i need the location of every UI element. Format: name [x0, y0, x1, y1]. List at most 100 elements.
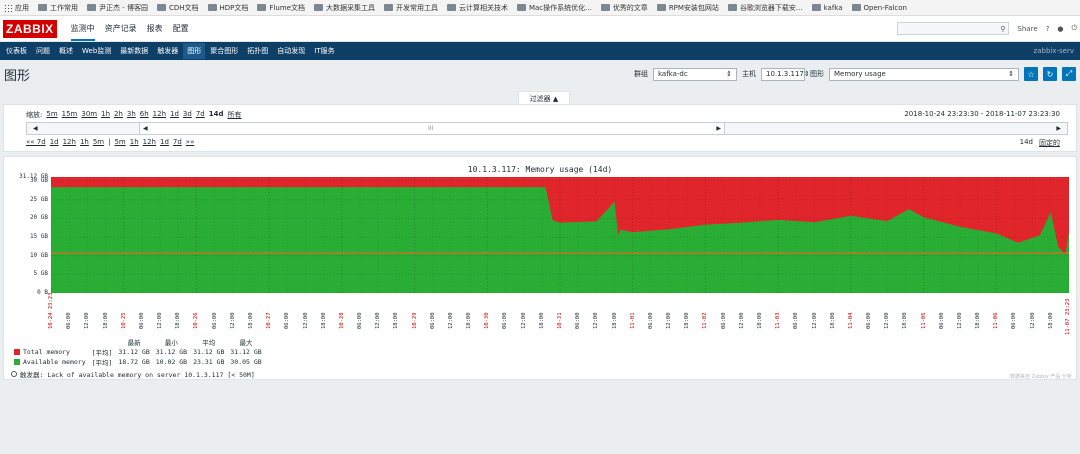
zoom-option[interactable]: 3d: [183, 110, 192, 120]
time-scrollbar-thumb[interactable]: ◀ III ▶: [139, 123, 725, 134]
zoom-option[interactable]: 6h: [140, 110, 149, 120]
server-name: zabbix-serv: [1033, 47, 1074, 55]
nav-forward-option[interactable]: »»: [186, 138, 195, 146]
bookmark-item[interactable]: CDH文档: [156, 3, 199, 13]
zoom-option[interactable]: 1h: [101, 110, 110, 120]
nav-forward-option[interactable]: 5m: [114, 138, 125, 146]
bookmark-item[interactable]: RPM安装包网站: [656, 3, 719, 13]
zoom-option[interactable]: 30m: [81, 110, 97, 120]
bookmark-item[interactable]: 应用: [4, 3, 29, 13]
favorite-button[interactable]: ☆: [1024, 67, 1038, 81]
bookmark-item[interactable]: Open-Falcon: [851, 3, 907, 12]
bookmark-item[interactable]: 尹正杰 - 博客园: [87, 3, 148, 13]
legend-max: 31.12 GB: [230, 348, 262, 356]
bookmark-item[interactable]: Mac操作系统优化...: [516, 3, 592, 13]
zoom-option[interactable]: 15m: [62, 110, 78, 120]
scroll-right-icon[interactable]: ▶: [1056, 125, 1061, 132]
nav-monitoring[interactable]: 监测中: [70, 16, 95, 41]
x-tick-label: 12:00: [447, 312, 454, 329]
fixed-toggle[interactable]: 固定的: [1039, 138, 1060, 148]
subnav-item[interactable]: 聚合图形: [206, 43, 242, 59]
filter-toggle-tab[interactable]: 过滤器 ▲: [518, 91, 570, 105]
zoom-option[interactable]: 3h: [127, 110, 136, 120]
bookmark-item[interactable]: 云计算相关技术: [446, 3, 508, 13]
zoom-option[interactable]: 14d: [209, 110, 224, 120]
subnav-item[interactable]: 仪表板: [2, 43, 31, 59]
bookmark-label: 云计算相关技术: [458, 3, 508, 12]
zoom-option[interactable]: 5m: [46, 110, 57, 120]
nav-configuration[interactable]: 配置: [173, 23, 189, 34]
nav-forward-option[interactable]: 1d: [160, 138, 169, 146]
nav-back-option[interactable]: 12h: [63, 138, 76, 146]
refresh-button[interactable]: ↻: [1043, 67, 1057, 81]
graph-select[interactable]: Memory usage ⇕: [829, 67, 1019, 81]
subnav-item[interactable]: 自动发现: [273, 43, 309, 59]
x-tick-label: 11-02: [702, 312, 709, 329]
zoom-option[interactable]: 所有: [228, 110, 242, 120]
plot-area: [51, 177, 1069, 293]
subnav-item[interactable]: Web监测: [78, 43, 115, 59]
bookmark-item[interactable]: 谷歌浏览器下载安...: [727, 3, 803, 13]
bookmark-label: 大数据采集工具: [325, 3, 375, 12]
zabbix-logo[interactable]: ZABBIX: [3, 19, 57, 38]
main-nav: 监测中 资产记录 报表 配置: [70, 16, 189, 41]
folder-icon: [207, 4, 217, 11]
x-tick-label: 06:00: [66, 312, 73, 329]
search-input[interactable]: ⚲: [897, 22, 1010, 35]
nav-back-option[interactable]: 1h: [80, 138, 89, 146]
bookmark-label: 工作常用: [50, 3, 78, 12]
subnav-item[interactable]: 拓扑图: [243, 43, 272, 59]
bookmark-label: Open-Falcon: [863, 3, 907, 12]
fullscreen-button[interactable]: ⤢: [1062, 67, 1076, 81]
select-arrow-icon: ⇕: [726, 70, 732, 78]
host-select[interactable]: 10.1.3.117 ⇕: [761, 67, 810, 81]
bookmark-item[interactable]: 开发常用工具: [383, 3, 438, 13]
thumb-left-icon[interactable]: ◀: [143, 125, 148, 132]
folder-icon: [313, 4, 323, 11]
share-link[interactable]: Share: [1017, 25, 1037, 33]
bookmark-item[interactable]: HDP文档: [207, 3, 248, 13]
zoom-option[interactable]: 7d: [196, 110, 205, 120]
nav-back-option[interactable]: «« 7d: [26, 138, 46, 146]
help-icon[interactable]: ?: [1046, 25, 1050, 33]
bookmark-item[interactable]: Flume文档: [257, 3, 305, 13]
bookmark-item[interactable]: 大数据采集工具: [313, 3, 375, 13]
subnav-item[interactable]: 触发器: [153, 43, 182, 59]
subnav-item[interactable]: 概述: [55, 43, 77, 59]
user-icon[interactable]: ●: [1057, 25, 1063, 33]
graph-label: 图形: [810, 70, 824, 78]
time-range: 2018-10-24 23:23:30 - 2018-11-07 23:23:3…: [904, 110, 1060, 118]
x-tick-label: 06:00: [866, 312, 873, 329]
zoom-option[interactable]: 2h: [114, 110, 123, 120]
x-tick-label: 18:00: [538, 312, 545, 329]
scroll-left-icon[interactable]: ◀: [33, 125, 38, 132]
subnav-item[interactable]: 问题: [32, 43, 54, 59]
y-tick-label: 10 GB: [29, 251, 48, 259]
time-scrollbar[interactable]: ◀ ◀ III ▶ ▶: [26, 122, 1068, 135]
group-select[interactable]: kafka-dc ⇕: [653, 67, 737, 81]
nav-inventory[interactable]: 资产记录: [105, 23, 137, 34]
bookmark-label: Mac操作系统优化...: [528, 3, 592, 12]
thumb-right-icon[interactable]: ▶: [716, 125, 721, 132]
zoom-option[interactable]: 1d: [170, 110, 179, 120]
zoom-label: 缩放:: [26, 111, 43, 119]
select-arrow-icon: ⇕: [1008, 70, 1014, 78]
nav-forward-option[interactable]: 7d: [173, 138, 182, 146]
x-tick-label: 11-07 23:23: [1065, 298, 1071, 335]
nav-forward-option[interactable]: 12h: [143, 138, 156, 146]
x-tick-label: 10-25: [120, 312, 127, 329]
zoom-option[interactable]: 12h: [153, 110, 166, 120]
nav-reports[interactable]: 报表: [147, 23, 163, 34]
bookmark-item[interactable]: 工作常用: [38, 3, 78, 13]
subnav-item[interactable]: 最新数据: [116, 43, 152, 59]
bookmark-label: 优秀的文章: [612, 3, 648, 12]
nav-forward-option[interactable]: 1h: [130, 138, 139, 146]
nav-back-option[interactable]: 5m: [93, 138, 104, 146]
subnav-item[interactable]: IT服务: [310, 43, 338, 59]
subnav-item[interactable]: 图形: [183, 43, 206, 59]
nav-separator: |: [108, 138, 111, 146]
logout-icon[interactable]: ⏻: [1071, 24, 1077, 33]
bookmark-item[interactable]: 优秀的文章: [600, 3, 648, 13]
nav-back-option[interactable]: 1d: [50, 138, 59, 146]
bookmark-item[interactable]: kafka: [811, 4, 843, 12]
